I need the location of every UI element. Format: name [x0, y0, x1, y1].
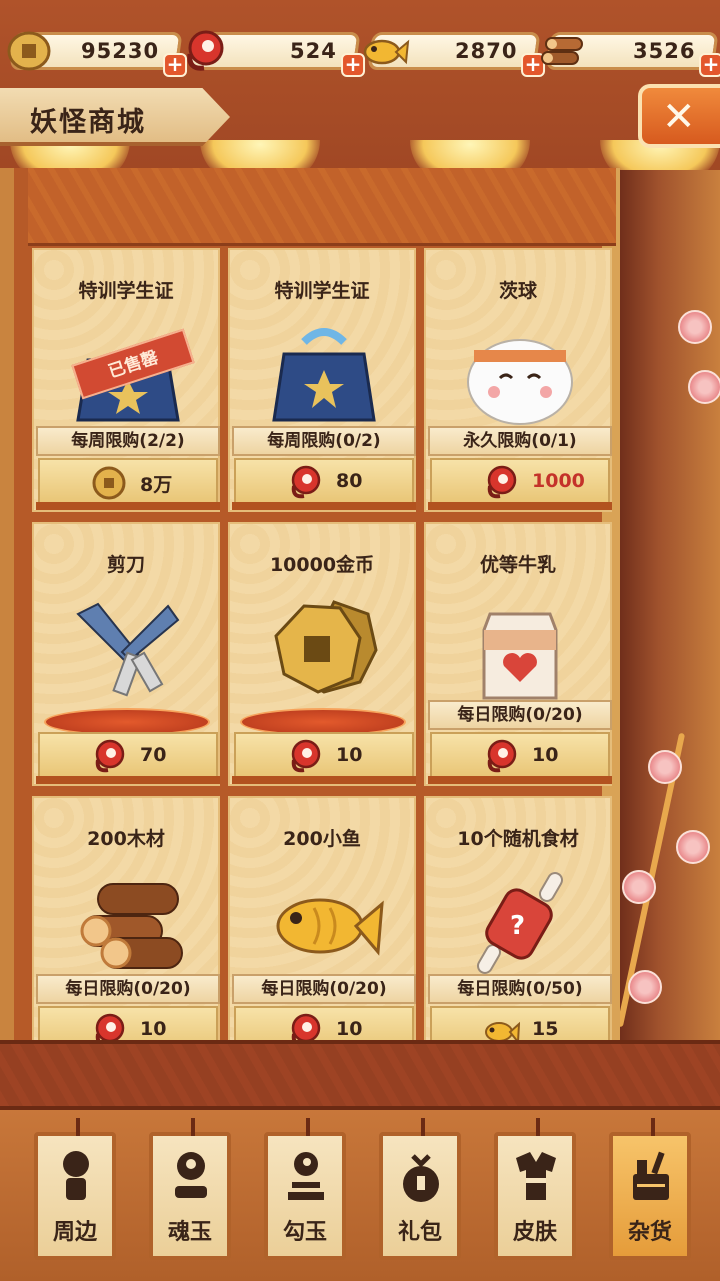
shop-item-card[interactable]: 200小鱼 每日限购(0/20) 10: [228, 796, 416, 1048]
soul-jade-icon: [175, 1152, 207, 1198]
fish-icon: [363, 39, 410, 65]
close-icon: ✕: [662, 94, 696, 140]
mystery-meat-icon: ?: [477, 872, 563, 974]
price-value: 1000: [532, 470, 585, 492]
item-name: 特训学生证: [274, 280, 370, 302]
shop-item-card[interactable]: 特训学生证 每周限购(0/2) 80: [228, 248, 416, 512]
price-button[interactable]: 70: [36, 732, 220, 784]
big-gold-coin-icon: [274, 600, 378, 694]
goods-basket-icon: [633, 1151, 669, 1200]
item-name: 茨球: [498, 280, 537, 302]
blossom-icon: [628, 970, 662, 1004]
blossom-icon: [648, 750, 682, 784]
item-grid: 特训学生证 已售罄 每周限购(2/2) 8万 特训学生证 每周限购(0/2) 8…: [28, 248, 616, 1048]
wood-icon: [541, 37, 583, 65]
magatama-icon: [187, 30, 224, 71]
purchase-limit: 永久限购(0/1): [428, 426, 612, 456]
tab-label: 礼包: [397, 1220, 442, 1245]
blossom-icon: [688, 370, 720, 404]
price-button[interactable]: 10: [232, 732, 416, 784]
milk-carton-icon: [482, 612, 558, 700]
tab-groceries[interactable]: 杂货: [609, 1118, 691, 1260]
gold-coin-icon: [92, 466, 126, 500]
item-name: 剪刀: [106, 554, 145, 576]
item-name: 200小鱼: [283, 828, 361, 850]
price-value: 10: [336, 1018, 363, 1040]
magatama-icon: [291, 465, 321, 499]
tab-skins[interactable]: 皮肤: [494, 1118, 576, 1260]
wood-logs-icon: [80, 883, 183, 969]
item-name: 200木材: [87, 828, 165, 850]
page-title: 妖怪商城: [30, 107, 146, 138]
add-wood-button[interactable]: +: [699, 52, 720, 77]
purchase-limit: 每日限购(0/50): [428, 974, 612, 1004]
magatama-value: 524: [290, 39, 337, 63]
tab-label: 杂货: [627, 1220, 672, 1245]
item-name: 特训学生证: [78, 280, 174, 302]
blossom-icon: [622, 870, 656, 904]
magatama-icon: [487, 465, 517, 499]
shop-item-card[interactable]: 剪刀 70: [32, 522, 220, 786]
tab-label: 周边: [52, 1220, 97, 1245]
gold-value: 95230: [80, 39, 159, 63]
item-name: 10个随机食材: [457, 828, 579, 850]
price-button[interactable]: 10: [428, 732, 612, 784]
purchase-limit: 每周限购(0/2): [232, 426, 416, 456]
fluffy-ball-icon: [467, 339, 573, 425]
price-value: 8万: [140, 474, 173, 496]
kimono-icon: [516, 1152, 556, 1200]
tab-label: 勾玉: [282, 1220, 327, 1245]
price-button[interactable]: 1000: [428, 458, 612, 510]
blossom-icon: [676, 830, 710, 864]
svg-text:?: ?: [510, 911, 525, 941]
tab-magatama[interactable]: 勾玉: [264, 1118, 346, 1260]
shop-frame: 特训学生证 已售罄 每周限购(2/2) 8万 特训学生证 每周限购(0/2) 8…: [0, 168, 620, 1048]
shop-item-card[interactable]: 10个随机食材 ? 每日限购(0/50) 15: [424, 796, 612, 1048]
shop-frame-top: [28, 168, 616, 246]
gold-coin-icon: [7, 31, 51, 71]
doll-icon: [63, 1151, 89, 1200]
fish-icon: [276, 898, 384, 956]
tab-merch[interactable]: 周边: [34, 1118, 116, 1260]
fish-value: 2870: [454, 39, 517, 63]
item-name: 优等牛乳: [479, 554, 556, 576]
price-value: 10: [336, 744, 363, 766]
purchase-limit: 每周限购(2/2): [36, 426, 220, 456]
magatama-icon: [288, 1152, 324, 1200]
item-name: 10000金币: [269, 554, 375, 576]
page-title-bar: 妖怪商城: [0, 88, 230, 146]
price-value: 80: [336, 470, 363, 492]
gift-bag-icon: [403, 1154, 439, 1202]
shop-item-card[interactable]: 茨球 永久限购(0/1) 1000: [424, 248, 612, 512]
tab-soul-jade[interactable]: 魂玉: [149, 1118, 231, 1260]
price-value: 10: [140, 1018, 167, 1040]
wood-value: 3526: [632, 39, 695, 63]
purchase-limit: 每日限购(0/20): [232, 974, 416, 1004]
price-value: 10: [532, 744, 559, 766]
shop-item-card[interactable]: 优等牛乳 每日限购(0/20) 10: [424, 522, 612, 786]
magatama-icon: [95, 739, 125, 773]
scene-background-right: [616, 170, 720, 1040]
bottom-shelf: [0, 1040, 720, 1110]
price-value: 70: [140, 744, 167, 766]
price-value: 15: [532, 1018, 559, 1040]
shop-item-card[interactable]: 特训学生证 已售罄 每周限购(2/2) 8万: [32, 248, 220, 512]
purchase-limit: 每日限购(0/20): [428, 700, 612, 730]
tab-label: 魂玉: [167, 1220, 212, 1245]
tab-gift-pack[interactable]: 礼包: [379, 1118, 461, 1260]
magatama-icon: [291, 739, 321, 773]
blossom-icon: [678, 310, 712, 344]
scissors-icon: [76, 602, 180, 697]
close-button[interactable]: ✕: [638, 84, 720, 148]
currency-bar: 95230 + 524 + 2870 + 3526 +: [0, 28, 720, 78]
shop-item-card[interactable]: 10000金币 10: [228, 522, 416, 786]
magatama-icon: [487, 739, 517, 773]
student-card-bag-icon: [272, 328, 376, 422]
tab-label: 皮肤: [512, 1220, 557, 1245]
shop-item-card[interactable]: 200木材 每日限购(0/20) 10: [32, 796, 220, 1048]
price-button[interactable]: 80: [232, 458, 416, 510]
purchase-limit: 每日限购(0/20): [36, 974, 220, 1004]
price-button[interactable]: 8万: [36, 458, 220, 510]
